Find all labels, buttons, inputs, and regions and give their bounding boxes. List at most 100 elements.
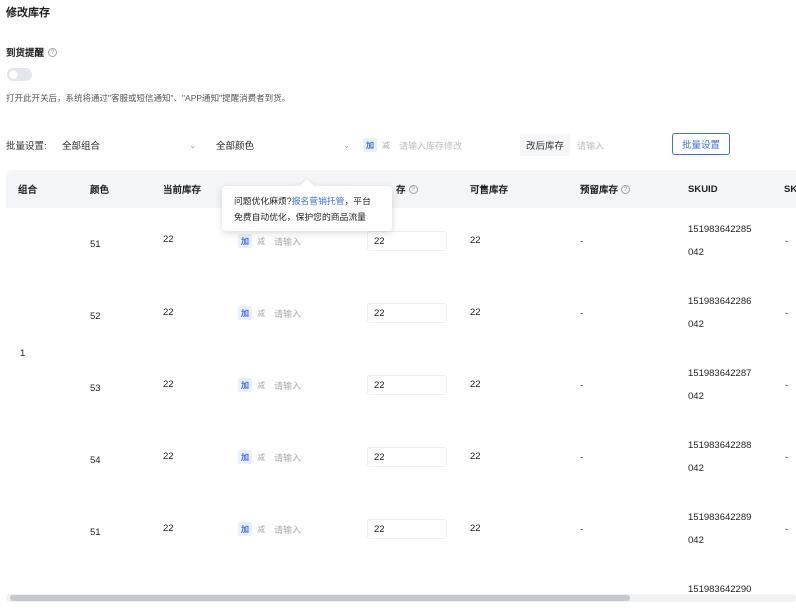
arrival-reminder-label: 到货提醒 ?: [6, 45, 58, 59]
tooltip-line-1: 问题优化麻烦?报名营销托管，平台: [234, 193, 380, 209]
cell-sellable-stock: 22: [470, 451, 481, 462]
header-skuid: SKUID: [688, 183, 718, 195]
cell-reserved-stock: -: [580, 380, 584, 391]
help-icon[interactable]: ?: [621, 184, 631, 194]
cell-sellable-stock: 22: [470, 379, 481, 390]
new-stock-input[interactable]: 22: [367, 519, 447, 539]
cell-current-stock: 22: [163, 307, 174, 318]
cell-skuid: 151983642285 042: [688, 218, 751, 264]
color-select-value: 全部颜色: [216, 141, 255, 152]
cell-sellable-stock: 22: [470, 235, 481, 246]
cell-sk: -: [785, 452, 789, 463]
cell-sk: -: [785, 236, 789, 247]
skuid-line: 042: [688, 319, 704, 330]
cell-skuid: 151983642286 042: [688, 290, 751, 336]
skuid-line: 151983642288: [688, 440, 752, 451]
new-stock-input[interactable]: 22: [367, 303, 447, 323]
table-header: 组合 颜色 当前库存 存 ? 可售库存 预留库存 ? SKUID SK: [6, 170, 796, 208]
batch-set-button[interactable]: 批量设置: [672, 133, 730, 155]
skuid-line: 042: [688, 463, 704, 474]
cell-current-stock: 22: [163, 234, 174, 245]
header-group: 组合: [18, 185, 38, 196]
cell-current-stock: 22: [163, 523, 174, 534]
stock-modifier: 加 减 请输入: [238, 232, 301, 250]
cell-current-stock: 22: [163, 451, 174, 462]
new-stock-input[interactable]: 22: [367, 447, 447, 467]
header-sellable-stock: 可售库存: [470, 185, 509, 196]
cell-skuid: 151983642288 042: [688, 434, 751, 480]
horizontal-scrollbar[interactable]: [6, 594, 796, 602]
new-stock-input[interactable]: 22: [367, 375, 447, 395]
after-stock-input[interactable]: 请输入: [571, 134, 661, 156]
batch-setting-label: 批量设置:: [6, 141, 47, 152]
cell-skuid: 151983642287 042: [688, 362, 751, 408]
skuid-line: 042: [688, 247, 704, 258]
stock-modifier: 加 减 请输入: [238, 520, 301, 538]
header-current-stock: 当前库存: [163, 185, 202, 196]
add-toggle-button[interactable]: 加: [238, 306, 252, 320]
header-new-stock-text: 存: [396, 185, 406, 196]
header-color: 颜色: [90, 185, 110, 196]
add-toggle-button[interactable]: 加: [238, 450, 252, 464]
tooltip-prefix: 问题优化麻烦?: [234, 196, 292, 206]
cell-sk: -: [785, 524, 789, 535]
subtract-toggle-button[interactable]: 减: [257, 524, 265, 535]
help-icon[interactable]: ?: [48, 47, 58, 57]
header-new-stock: 存 ?: [396, 170, 418, 208]
stock-change-input[interactable]: 请输入: [274, 523, 301, 536]
subtract-toggle-button[interactable]: 减: [257, 380, 265, 391]
tooltip-line-2: 免费自动优化，保护您的商品流量: [234, 212, 366, 222]
cell-color: 51: [90, 527, 101, 538]
cell-color: 52: [90, 311, 101, 322]
header-reserved-stock-text: 预留库存: [580, 185, 619, 196]
color-select[interactable]: 全部颜色 ⌄: [210, 134, 358, 156]
page-title: 修改库存: [6, 7, 50, 19]
arrival-reminder-hint: 打开此开关后，系统将通过"客服或短信通知"、"APP通知"提醒消费者到货。: [6, 93, 291, 103]
cell-color: 54: [90, 455, 101, 466]
subtract-toggle-button[interactable]: 减: [257, 308, 265, 319]
add-toggle-button[interactable]: 加: [238, 378, 252, 392]
chevron-down-icon: ⌄: [189, 140, 196, 150]
batch-stock-input[interactable]: 请输入库存修改: [399, 139, 462, 152]
skuid-line: 042: [688, 535, 704, 546]
cell-color: 53: [90, 383, 101, 394]
skuid-line: 151983642285: [688, 224, 752, 235]
cell-reserved-stock: -: [580, 308, 584, 319]
combo-select-value: 全部组合: [62, 141, 101, 152]
cell-sk: -: [785, 308, 789, 319]
subtract-toggle-button[interactable]: 减: [257, 236, 265, 247]
stock-modifier: 加 减 请输入: [238, 304, 301, 322]
tooltip-suffix: ，平台: [344, 196, 371, 206]
stock-modifier: 加 减 请输入: [238, 448, 301, 466]
cell-sellable-stock: 22: [470, 307, 481, 318]
new-stock-input[interactable]: 22: [367, 231, 447, 251]
stock-change-input[interactable]: 请输入: [274, 379, 301, 392]
subtract-toggle-button[interactable]: 减: [257, 452, 265, 463]
tooltip-body: 问题优化麻烦?报名营销托管，平台 免费自动优化，保护您的商品流量: [234, 193, 380, 225]
skuid-line: 151983642289: [688, 512, 752, 523]
skuid-line: 151983642286: [688, 296, 752, 307]
header-reserved-stock: 预留库存 ?: [580, 170, 631, 208]
stock-change-input[interactable]: 请输入: [274, 235, 301, 248]
help-icon[interactable]: ?: [408, 184, 418, 194]
add-toggle-button[interactable]: 加: [238, 234, 252, 248]
cell-current-stock: 22: [163, 379, 174, 390]
skuid-line: 042: [688, 391, 704, 402]
toggle-knob: [9, 70, 18, 79]
stock-change-input[interactable]: 请输入: [274, 451, 301, 464]
cell-sellable-stock: 22: [470, 523, 481, 534]
after-stock-label: 改后库存: [520, 134, 571, 156]
add-toggle-button[interactable]: 加: [238, 522, 252, 536]
arrival-reminder-toggle[interactable]: [7, 68, 32, 81]
combo-select[interactable]: 全部组合 ⌄: [56, 134, 204, 156]
chevron-down-icon: ⌄: [343, 140, 350, 150]
cell-reserved-stock: -: [580, 236, 584, 247]
subtract-toggle-button[interactable]: 减: [382, 140, 390, 151]
scrollbar-thumb[interactable]: [10, 595, 630, 601]
add-toggle-button[interactable]: 加: [363, 138, 377, 152]
group-value: 1: [20, 348, 26, 359]
cell-sk: -: [785, 380, 789, 391]
stock-change-input[interactable]: 请输入: [274, 307, 301, 320]
marketing-managed-link[interactable]: 报名营销托管: [292, 196, 345, 206]
cell-color: 51: [90, 239, 101, 250]
